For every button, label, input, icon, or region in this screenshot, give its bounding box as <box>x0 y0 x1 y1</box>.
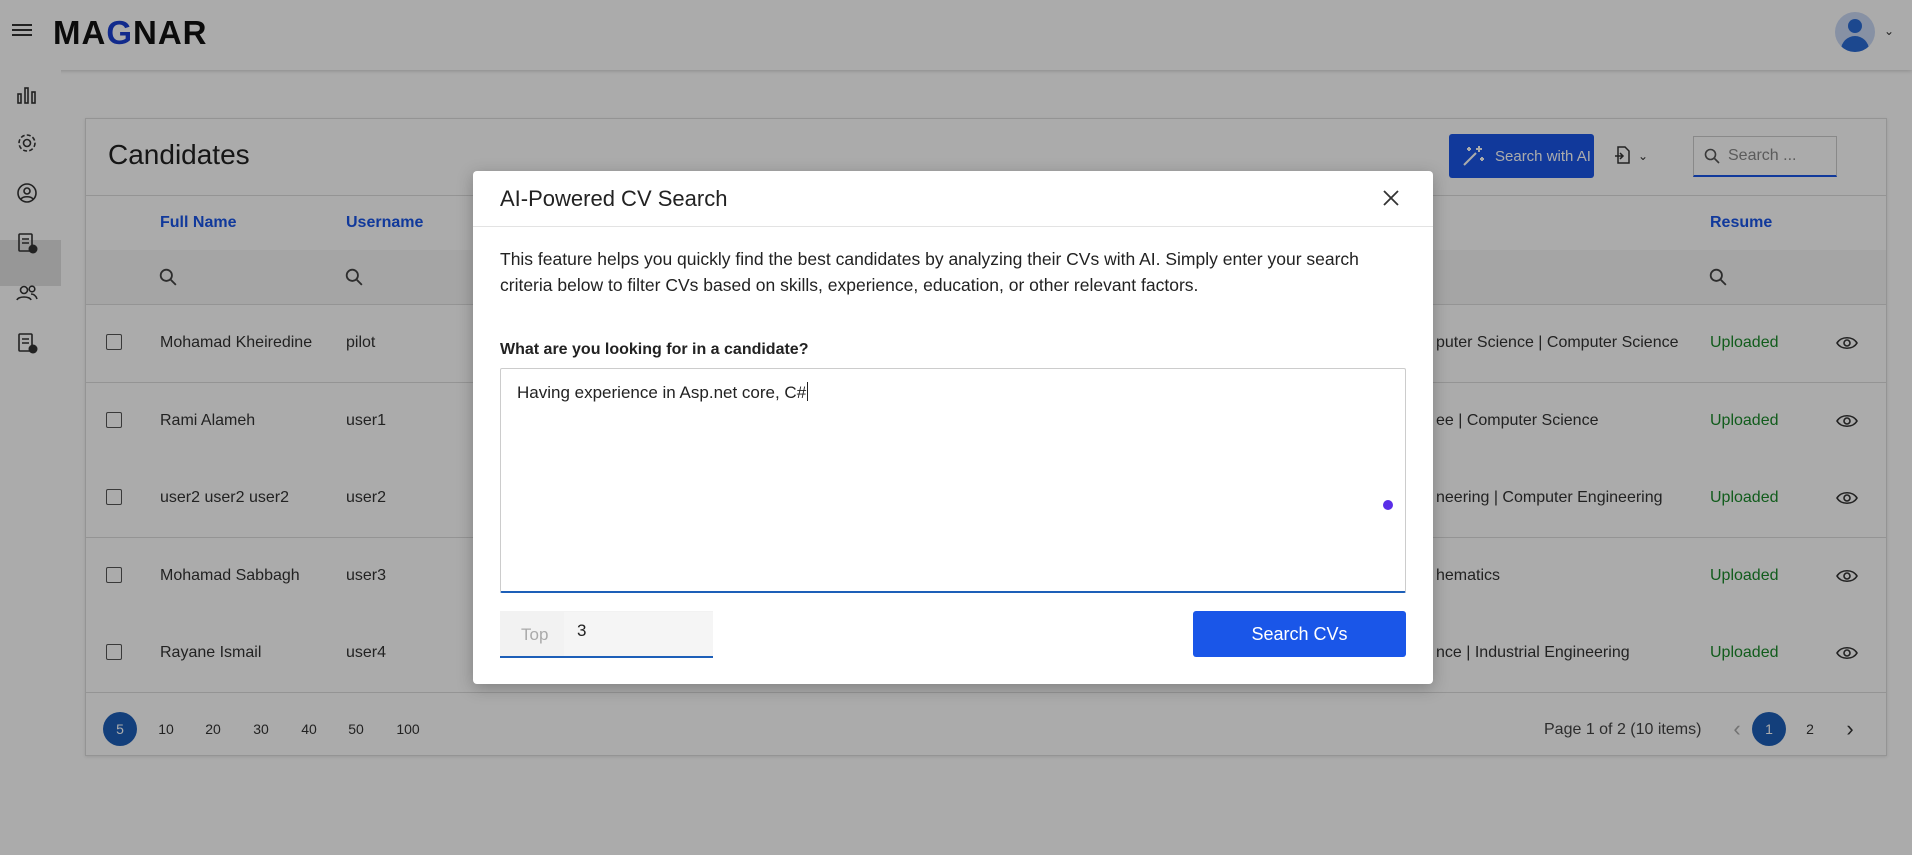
search-cvs-button[interactable]: Search CVs <box>1193 611 1406 657</box>
prompt-label: What are you looking for in a candidate? <box>500 341 809 358</box>
text-cursor <box>807 382 809 401</box>
close-icon[interactable] <box>1378 185 1404 211</box>
prompt-textarea[interactable]: Having experience in Asp.net core, C# <box>500 368 1406 593</box>
top-count-field[interactable]: Top 3 <box>500 611 713 658</box>
dialog-title: AI-Powered CV Search <box>500 186 728 211</box>
status-dot <box>1383 500 1393 510</box>
top-count-input[interactable]: 3 <box>564 612 713 656</box>
dialog-header: AI-Powered CV Search <box>473 171 1433 227</box>
top-count-label: Top <box>521 625 549 644</box>
prompt-value: Having experience in Asp.net core, C# <box>517 383 807 402</box>
ai-cv-search-dialog: AI-Powered CV Search This feature helps … <box>473 171 1433 684</box>
dialog-description: This feature helps you quickly find the … <box>500 249 1359 295</box>
